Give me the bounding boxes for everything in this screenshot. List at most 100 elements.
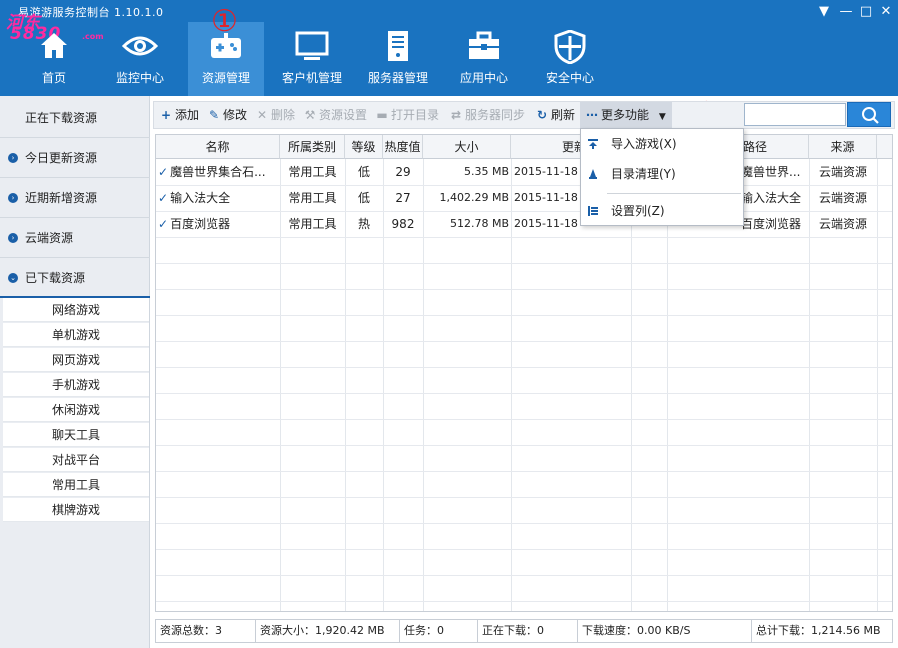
sidebar-item-label: 今日更新资源 [25, 151, 98, 165]
edit-label: 修改 [223, 108, 248, 122]
sidebar-subitem[interactable]: 棋牌游戏 [3, 498, 149, 522]
search-icon [862, 107, 879, 124]
menu-item-label: 设置列(Z) [611, 204, 665, 218]
sidebar-subitem[interactable]: 对战平台 [3, 448, 149, 472]
status-tasks: 任务：0 [400, 620, 478, 642]
sidebar: 正在下载资源 › 今日更新资源 › 近期新增资源 › 云端资源 ⌄ 已下载资源 … [0, 96, 150, 648]
nav-label: 监控中心 [115, 71, 164, 85]
open-directory-button[interactable]: ▬ 打开目录 [376, 102, 439, 128]
column-header-source[interactable]: 来源 [809, 135, 877, 159]
monitor-icon [295, 31, 329, 60]
delete-label: 删除 [271, 108, 296, 122]
cell-heat: 982 [391, 217, 415, 231]
nav-app-center[interactable]: 应用中心 [446, 22, 522, 96]
delete-button[interactable]: ✕ 删除 [256, 102, 295, 128]
menu-dropdown-button[interactable]: ▼ [816, 4, 832, 20]
sidebar-item-today-updates[interactable]: › 今日更新资源 [0, 138, 150, 178]
maximize-button[interactable]: □ [858, 4, 874, 20]
nav-label: 安全中心 [545, 71, 594, 85]
cell-name-text: 魔兽世界集合石... [170, 165, 266, 179]
edit-button[interactable]: ✎ 修改 [208, 102, 247, 128]
cell-path: 百度浏览器 [741, 217, 802, 231]
cell-name: ✓ 输入法大全 [158, 185, 280, 211]
more-functions-button[interactable]: ⋯ 更多功能 ▼ [580, 102, 672, 128]
status-download-speed: 下载速度：0.00 KB/S [578, 620, 752, 642]
nav-label: 首页 [41, 71, 66, 85]
menu-item-set-columns[interactable]: 设置列(Z) [581, 198, 743, 224]
server-icon [388, 31, 408, 61]
annotation-marker-1: ① [211, 4, 238, 39]
nav-monitor-center[interactable]: 监控中心 [102, 22, 178, 96]
chevron-right-icon: › [8, 233, 18, 243]
refresh-button[interactable]: ↻ 刷新 [536, 102, 575, 128]
more-dots-icon: ⋯ [586, 108, 598, 122]
eye-icon [122, 36, 158, 56]
column-header-heat[interactable]: 热度值 [383, 135, 423, 159]
sidebar-item-downloading[interactable]: 正在下载资源 [0, 98, 150, 138]
sidebar-subitem[interactable]: 常用工具 [3, 473, 149, 497]
menu-item-label: 导入游戏(X) [611, 137, 677, 151]
sidebar-subitem[interactable]: 休闲游戏 [3, 398, 149, 422]
sidebar-item-recent-added[interactable]: › 近期新增资源 [0, 178, 150, 218]
column-header-level[interactable]: 等级 [345, 135, 383, 159]
sidebar-item-downloaded[interactable]: ⌄ 已下载资源 [0, 258, 150, 298]
nav-home[interactable]: 首页 [16, 22, 92, 96]
columns-icon [588, 206, 598, 216]
close-button[interactable]: ✕ [878, 4, 894, 20]
home-icon [41, 33, 67, 58]
cell-name: ✓ 百度浏览器 [158, 211, 280, 237]
check-icon: ✓ [158, 165, 169, 179]
nav-label: 应用中心 [459, 71, 508, 85]
cell-level: 热 [357, 217, 370, 231]
server-sync-label: 服务器同步 [465, 108, 526, 122]
cell-category: 常用工具 [288, 217, 337, 231]
sidebar-subitem[interactable]: 手机游戏 [3, 373, 149, 397]
top-navigation-bar: 易游游服务控制台 1.10.1.0 河东 5830 .com ▼ — □ ✕ 首… [0, 0, 898, 96]
sync-icon: ⇄ [450, 108, 462, 122]
open-directory-label: 打开目录 [391, 108, 440, 122]
shield-icon [554, 30, 586, 64]
search-input[interactable] [744, 103, 846, 126]
column-header-size[interactable]: 大小 [423, 135, 511, 159]
resource-settings-button[interactable]: ⚒ 资源设置 [304, 102, 367, 128]
sidebar-subitem[interactable]: 网络游戏 [3, 298, 149, 322]
minimize-button[interactable]: — [838, 4, 854, 20]
cell-name-text: 输入法大全 [170, 191, 231, 205]
sidebar-subitem[interactable]: 聊天工具 [3, 423, 149, 447]
sidebar-item-label: 近期新增资源 [25, 191, 98, 205]
nav-label: 资源管理 [201, 71, 250, 85]
chevron-right-icon: › [8, 153, 18, 163]
cell-category: 常用工具 [288, 165, 337, 179]
column-header-filler [877, 135, 892, 159]
add-button[interactable]: + 添加 [160, 102, 199, 128]
cell-path: 输入法大全 [741, 191, 802, 205]
search-button[interactable] [847, 102, 891, 127]
sidebar-item-label: 正在下载资源 [25, 111, 98, 125]
column-header-name[interactable]: 名称 [156, 135, 280, 159]
cell-heat: 29 [395, 165, 411, 179]
column-header-category[interactable]: 所属类别 [280, 135, 345, 159]
cell-level: 低 [357, 165, 370, 179]
cell-name: ✓ 魔兽世界集合石... [158, 159, 280, 185]
nav-client-management[interactable]: 客户机管理 [274, 22, 350, 96]
cell-heat: 27 [395, 191, 411, 205]
sidebar-subitem[interactable]: 单机游戏 [3, 323, 149, 347]
menu-item-import-game[interactable]: 导入游戏(X) [581, 131, 743, 157]
sidebar-item-label: 已下载资源 [25, 271, 86, 285]
sidebar-item-cloud-resources[interactable]: › 云端资源 [0, 218, 150, 258]
menu-item-directory-cleanup[interactable]: 目录清理(Y) [581, 161, 743, 187]
server-sync-button[interactable]: ⇄ 服务器同步 [450, 102, 525, 128]
nav-security-center[interactable]: 安全中心 [532, 22, 608, 96]
sidebar-subitem[interactable]: 网页游戏 [3, 348, 149, 372]
add-label: 添加 [175, 108, 200, 122]
nav-label: 服务器管理 [367, 71, 428, 85]
pencil-icon: ✎ [208, 108, 220, 122]
cell-source: 云端资源 [818, 217, 867, 231]
nav-server-management[interactable]: 服务器管理 [360, 22, 436, 96]
sidebar-item-label: 云端资源 [25, 231, 74, 245]
wrench-icon: ⚒ [304, 108, 316, 122]
refresh-label: 刷新 [551, 108, 576, 122]
broom-icon [589, 169, 597, 179]
cell-size: 512.78 MB [449, 217, 509, 230]
x-icon: ✕ [256, 108, 268, 122]
